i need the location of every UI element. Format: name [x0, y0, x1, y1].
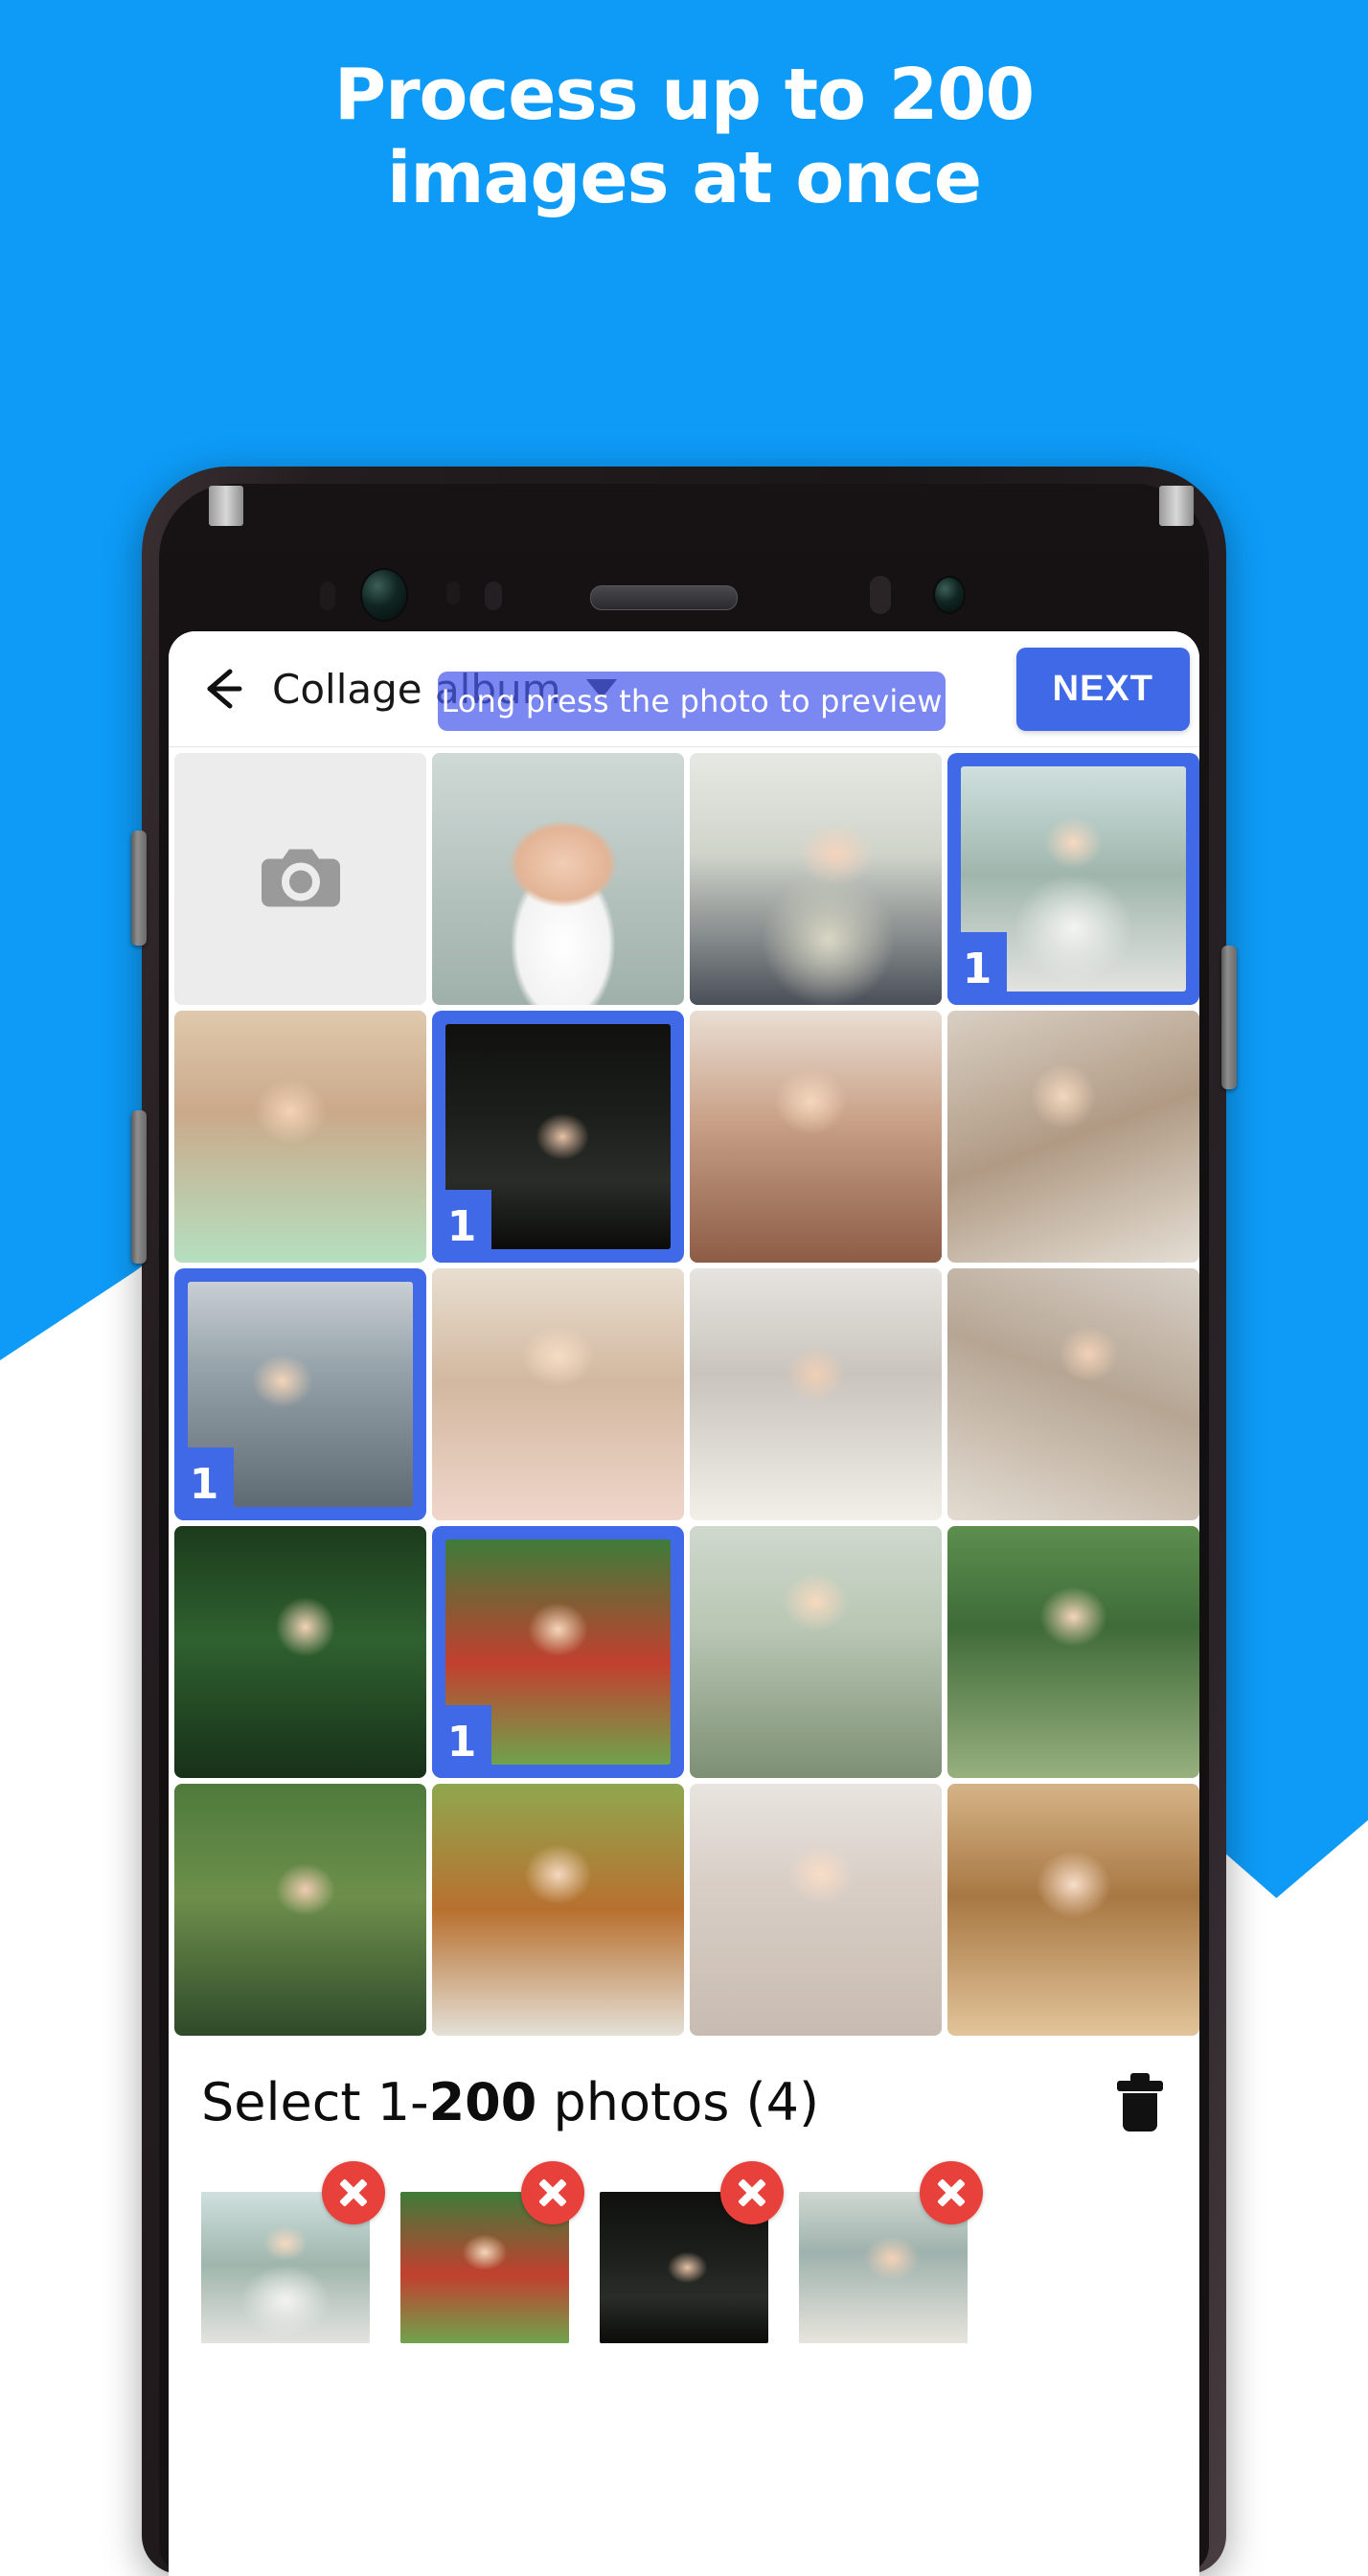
next-button[interactable]: NEXT: [1015, 647, 1190, 731]
photo-tile[interactable]: [690, 1784, 942, 2036]
clear-all-button[interactable]: [1113, 2072, 1167, 2132]
selection-summary-row: Select 1-200 photos (4): [169, 2036, 1199, 2152]
close-circle-icon[interactable]: [322, 2161, 385, 2224]
photo-tile[interactable]: [690, 1526, 942, 1778]
earpiece-speaker: [590, 585, 738, 610]
photo-tile[interactable]: [947, 1011, 1199, 1263]
photo-tile[interactable]: [690, 1011, 942, 1263]
volume-button[interactable]: [131, 831, 147, 946]
close-circle-icon[interactable]: [521, 2161, 584, 2224]
photo-thumbnail: [947, 1784, 1199, 2036]
proximity-sensor-icon: [446, 581, 460, 604]
photo-tile[interactable]: [690, 1268, 942, 1520]
photo-thumbnail: [947, 1011, 1199, 1263]
selected-thumbnails-strip: [169, 2152, 1199, 2382]
arrow-left-icon: [207, 669, 242, 709]
light-sensor-icon: [485, 581, 502, 610]
photo-grid: 1 1 1 1 Long press the photo to preview: [169, 672, 1199, 2036]
sensor-icon: [320, 581, 335, 610]
selected-thumbnail[interactable]: [400, 2161, 584, 2343]
promo-headline: Process up to 200 images at once: [0, 54, 1368, 221]
selection-badge: 1: [174, 1448, 234, 1520]
photo-tile-selected[interactable]: 1: [947, 753, 1199, 1005]
trash-icon: [1117, 2072, 1163, 2131]
photo-thumbnail: [174, 1784, 426, 2036]
selection-badge: 1: [432, 1705, 491, 1778]
photo-tile-selected[interactable]: 1: [432, 1011, 684, 1263]
select-prefix: Select 1-: [201, 2072, 429, 2132]
antenna-band-right: [1159, 486, 1194, 526]
photo-tile-selected[interactable]: 1: [174, 1268, 426, 1520]
photo-thumbnail: [947, 1268, 1199, 1520]
camera-capture-tile[interactable]: [174, 753, 426, 1005]
selected-thumbnail[interactable]: [600, 2161, 784, 2343]
photo-thumbnail: [947, 1526, 1199, 1778]
photo-tile[interactable]: [174, 1784, 426, 2036]
iris-sensor-icon: [870, 576, 891, 614]
photo-tile[interactable]: [174, 1011, 426, 1263]
photo-tile-selected[interactable]: 1: [432, 1526, 684, 1778]
selection-badge: 1: [947, 932, 1007, 1005]
camera-icon: [260, 841, 342, 917]
selection-count-label: Select 1-200 photos (4): [201, 2072, 819, 2132]
select-suffix: photos (4): [536, 2072, 820, 2132]
photo-tile[interactable]: [690, 753, 942, 1005]
power-button[interactable]: [1221, 946, 1237, 1089]
photo-thumbnail: [690, 1268, 942, 1520]
photo-tile[interactable]: [947, 1268, 1199, 1520]
selected-thumbnail[interactable]: [201, 2161, 385, 2343]
selection-badge: 1: [432, 1190, 491, 1263]
secondary-camera-icon: [935, 578, 964, 612]
photo-tile[interactable]: [432, 1784, 684, 2036]
photo-thumbnail: [432, 1784, 684, 2036]
phone-screen: Collage album NEXT 1 1 1 1 Long press th…: [169, 631, 1199, 2576]
photo-thumbnail: [432, 753, 684, 1005]
photo-thumbnail: [174, 1526, 426, 1778]
photo-thumbnail: [690, 753, 942, 1005]
close-circle-icon[interactable]: [920, 2161, 983, 2224]
photo-thumbnail: [432, 1268, 684, 1520]
photo-tile[interactable]: [174, 1526, 426, 1778]
photo-thumbnail: [690, 1784, 942, 2036]
front-camera-icon: [362, 570, 406, 620]
selection-footer: Select 1-200 photos (4): [169, 2036, 1199, 2382]
photo-thumbnail: [690, 1011, 942, 1263]
photo-thumbnail: [174, 1011, 426, 1263]
close-circle-icon[interactable]: [720, 2161, 784, 2224]
selected-thumbnail[interactable]: [799, 2161, 983, 2343]
phone-mockup: Collage album NEXT 1 1 1 1 Long press th…: [131, 467, 1237, 2576]
photo-tile[interactable]: [432, 753, 684, 1005]
back-button[interactable]: [195, 661, 251, 717]
select-max: 200: [428, 2072, 537, 2132]
long-press-hint: Long press the photo to preview: [438, 672, 946, 731]
photo-thumbnail: [690, 1526, 942, 1778]
headline-line-1: Process up to 200: [333, 54, 1035, 136]
antenna-band-left: [209, 486, 243, 526]
photo-tile[interactable]: [947, 1526, 1199, 1778]
photo-tile[interactable]: [947, 1784, 1199, 2036]
headline-line-2: images at once: [386, 137, 982, 220]
photo-tile[interactable]: [432, 1268, 684, 1520]
assistant-button[interactable]: [131, 1110, 147, 1264]
